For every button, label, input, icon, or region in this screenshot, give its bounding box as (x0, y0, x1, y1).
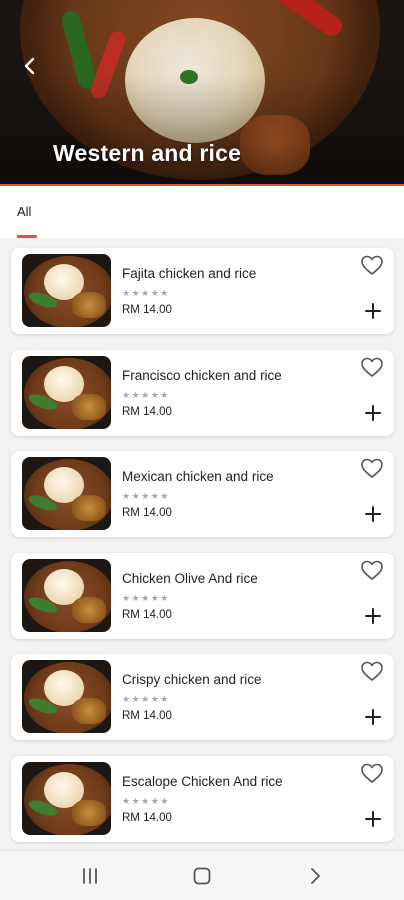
back-button[interactable] (18, 54, 42, 78)
add-icon[interactable] (364, 810, 382, 828)
heart-icon[interactable] (360, 457, 384, 479)
menu-item-card[interactable]: Escalope Chicken And rice ★★★★★ RM 14.00 (11, 756, 394, 842)
rating-stars: ★★★★★ (122, 694, 170, 704)
category-header: Western and rice (0, 0, 404, 186)
item-name: Escalope Chicken And rice (122, 774, 283, 789)
item-name: Fajita chicken and rice (122, 266, 257, 281)
item-image (22, 254, 111, 327)
menu-item-card[interactable]: Fajita chicken and rice ★★★★★ RM 14.00 (11, 248, 394, 334)
menu-list[interactable]: Fajita chicken and rice ★★★★★ RM 14.00 F… (0, 238, 404, 850)
item-name: Chicken Olive And rice (122, 571, 258, 586)
tab-all[interactable]: All (17, 204, 31, 219)
item-name: Francisco chicken and rice (122, 368, 282, 383)
menu-item-card[interactable]: Chicken Olive And rice ★★★★★ RM 14.00 (11, 553, 394, 639)
rating-stars: ★★★★★ (122, 491, 170, 501)
heart-icon[interactable] (360, 762, 384, 784)
add-icon[interactable] (364, 302, 382, 320)
item-price: RM 14.00 (122, 812, 172, 824)
menu-item-card[interactable]: Mexican chicken and rice ★★★★★ RM 14.00 (11, 451, 394, 537)
rating-stars: ★★★★★ (122, 390, 170, 400)
rating-stars: ★★★★★ (122, 593, 170, 603)
page-title: Western and rice (53, 140, 242, 166)
item-image (22, 660, 111, 733)
item-price: RM 14.00 (122, 304, 172, 316)
system-navigation-bar (0, 850, 404, 900)
item-price: RM 14.00 (122, 406, 172, 418)
recents-icon[interactable] (79, 865, 101, 887)
add-icon[interactable] (364, 505, 382, 523)
item-image (22, 457, 111, 530)
heart-icon[interactable] (360, 559, 384, 581)
heart-icon[interactable] (360, 356, 384, 378)
item-image (22, 356, 111, 429)
heart-icon[interactable] (360, 660, 384, 682)
back-arrow-icon[interactable] (304, 865, 326, 887)
home-icon[interactable] (191, 865, 213, 887)
rating-stars: ★★★★★ (122, 288, 170, 298)
item-name: Mexican chicken and rice (122, 469, 274, 484)
item-price: RM 14.00 (122, 609, 172, 621)
item-price: RM 14.00 (122, 507, 172, 519)
chevron-left-icon (24, 57, 35, 75)
rating-stars: ★★★★★ (122, 796, 170, 806)
add-icon[interactable] (364, 708, 382, 726)
heart-icon[interactable] (360, 254, 384, 276)
add-icon[interactable] (364, 404, 382, 422)
add-icon[interactable] (364, 607, 382, 625)
menu-item-card[interactable]: Francisco chicken and rice ★★★★★ RM 14.0… (11, 350, 394, 436)
item-image (22, 559, 111, 632)
category-tabs: All (0, 186, 404, 238)
menu-item-card[interactable]: Crispy chicken and rice ★★★★★ RM 14.00 (11, 654, 394, 740)
item-price: RM 14.00 (122, 710, 172, 722)
item-image (22, 762, 111, 835)
item-name: Crispy chicken and rice (122, 672, 262, 687)
